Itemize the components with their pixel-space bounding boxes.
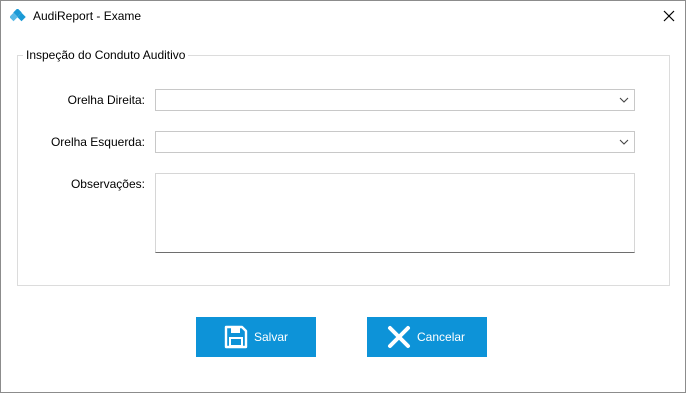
window-title: AudiReport - Exame	[33, 9, 142, 23]
orelha-esquerda-label: Orelha Esquerda:	[50, 135, 145, 149]
observacoes-textarea-box	[155, 173, 635, 253]
save-button-label: Salvar	[254, 330, 289, 344]
close-button[interactable]	[653, 1, 685, 31]
chevron-down-icon	[619, 139, 629, 145]
observacoes-textarea[interactable]	[156, 174, 634, 252]
title-bar: AudiReport - Exame	[1, 1, 685, 31]
exame-window: AudiReport - Exame Inspeção do Conduto A…	[0, 0, 686, 393]
floppy-disk-icon	[224, 325, 248, 349]
x-icon	[388, 326, 410, 348]
close-icon	[663, 10, 675, 22]
cancel-button[interactable]: Cancelar	[367, 317, 487, 357]
orelha-direita-select[interactable]	[155, 89, 635, 111]
groupbox-legend: Inspeção do Conduto Auditivo	[23, 48, 189, 62]
observacoes-label: Observações:	[70, 177, 145, 191]
audireport-logo-icon	[9, 8, 26, 23]
save-button[interactable]: Salvar	[196, 317, 316, 357]
orelha-direita-label: Orelha Direita:	[67, 93, 145, 107]
cancel-button-label: Cancelar	[417, 330, 466, 344]
orelha-esquerda-select[interactable]	[155, 131, 635, 153]
chevron-down-icon	[619, 97, 629, 103]
